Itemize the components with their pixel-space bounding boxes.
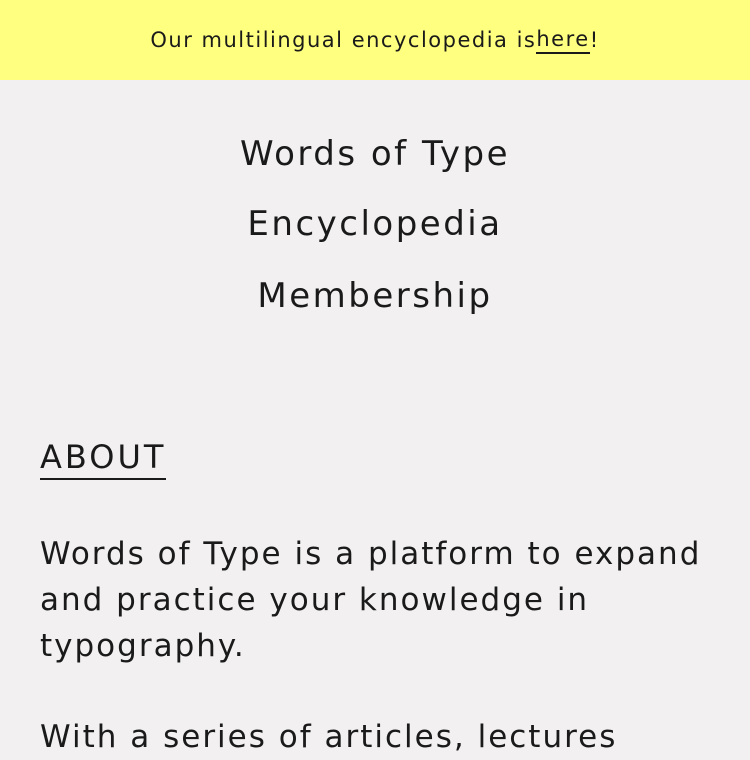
nav-item-words-of-type[interactable]: Words of Type <box>0 134 750 174</box>
nav-item-encyclopedia[interactable]: Encyclopedia <box>0 204 750 244</box>
about-heading: ABOUT <box>40 438 167 480</box>
announcement-banner: Our multilingual encyclopedia is here! <box>0 0 750 80</box>
nav-item-membership[interactable]: Membership <box>0 276 750 316</box>
banner-text: Our multilingual encyclopedia is <box>150 28 537 52</box>
banner-exclamation: ! <box>589 28 600 52</box>
about-paragraph: With a series of articles, lectures <box>40 719 618 755</box>
about-paragraph: Words of Type is a platform to expand an… <box>40 536 702 664</box>
banner-here-link[interactable]: here <box>536 27 590 54</box>
